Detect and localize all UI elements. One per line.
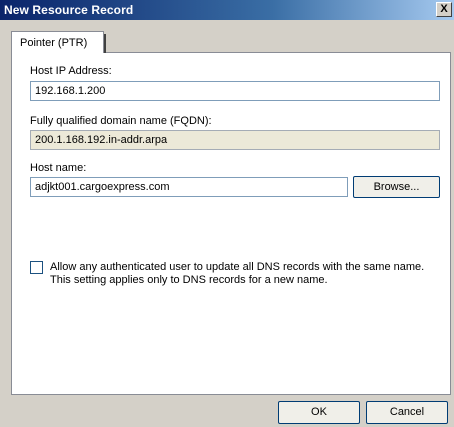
hostname-label: Host name: [30,162,87,174]
tab-label: Pointer (PTR) [20,37,88,49]
hostname-input[interactable]: adjkt001.cargoexpress.com [30,177,348,197]
window-title: New Resource Record [4,3,134,17]
cancel-button[interactable]: Cancel [366,401,448,424]
fqdn-field: 200.1.168.192.in-addr.arpa [30,130,440,150]
close-button[interactable]: X [436,2,452,17]
ok-button-label: OK [311,406,327,418]
ok-button[interactable]: OK [278,401,360,424]
cancel-button-label: Cancel [389,406,425,418]
browse-button[interactable]: Browse... [353,176,440,198]
tab-panel: Host IP Address: 192.168.1.200 Fully qua… [11,52,451,395]
tab-shadow-edge [104,34,106,53]
host-ip-input[interactable]: 192.168.1.200 [30,81,440,101]
tab-pointer-ptr[interactable]: Pointer (PTR) [11,31,106,53]
hostname-value: adjkt001.cargoexpress.com [35,181,170,193]
host-ip-value: 192.168.1.200 [35,85,106,97]
browse-button-label: Browse... [373,181,420,193]
fqdn-label: Fully qualified domain name (FQDN): [30,115,212,127]
close-icon: X [440,3,448,15]
allow-update-checkbox[interactable] [30,261,43,274]
host-ip-label: Host IP Address: [30,65,112,77]
fqdn-value: 200.1.168.192.in-addr.arpa [35,134,168,146]
allow-update-label: Allow any authenticated user to update a… [50,261,425,286]
title-bar: New Resource Record X [0,0,454,20]
